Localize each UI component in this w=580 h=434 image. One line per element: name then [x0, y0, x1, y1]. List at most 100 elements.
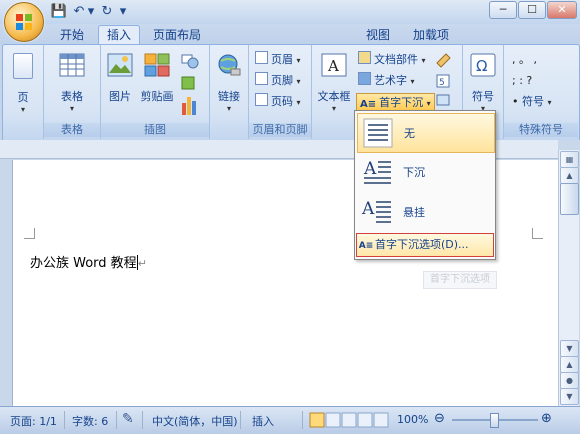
page-button[interactable]: 页 ▾ — [9, 53, 37, 114]
header-button[interactable]: 页眉 ▾ — [255, 51, 301, 68]
view-mode-icons[interactable] — [309, 412, 389, 428]
divider — [64, 411, 65, 429]
zoom-in-icon[interactable]: ⊕ — [541, 411, 552, 426]
redo-icon[interactable]: ↻ — [98, 3, 116, 20]
group-illustrations: 图片 剪贴画 插图 — [101, 45, 210, 139]
dropcap-dropdown-menu: 无 A 下沉 A 悬挂 A≡ 首字下沉选项(D)... — [354, 110, 496, 260]
group-illustrations-label: 插图 — [101, 123, 209, 137]
status-page[interactable]: 页面: 1/1 — [10, 413, 57, 429]
group-table-label: 表格 — [44, 123, 100, 137]
svg-text:A: A — [363, 159, 377, 179]
dropcap-options-menu-item[interactable]: A≡ 首字下沉选项(D)... — [356, 233, 494, 257]
paragraph-mark: ↵ — [137, 257, 147, 270]
margin-mark-left — [24, 228, 35, 239]
group-header-footer: 页眉 ▾ 页脚 ▾ 页码 ▾ 页眉和页脚 — [249, 45, 312, 139]
undo-dropdown-icon[interactable]: ▾ — [86, 3, 96, 20]
status-word-count[interactable]: 字数: 6 — [72, 413, 108, 429]
maximize-button[interactable]: ☐ — [518, 1, 546, 19]
quick-parts-button[interactable]: 文档部件 ▾ — [358, 51, 426, 68]
divider — [302, 411, 303, 429]
shapes-smartart-chart-icons[interactable] — [179, 53, 201, 119]
table-label: 表格 — [61, 90, 83, 103]
link-globe-icon — [218, 54, 241, 76]
zoom-slider-thumb[interactable] — [490, 413, 499, 428]
wordart-icon — [358, 72, 371, 85]
dropcap-dropped-icon: A — [363, 159, 391, 184]
page-number-button[interactable]: 页码 ▾ — [255, 93, 301, 110]
group-pages: 页 ▾ — [3, 45, 44, 139]
dropcap-options-icon: A≡ — [358, 241, 374, 251]
customize-qat-icon[interactable]: ▾ — [118, 3, 128, 20]
page-icon — [13, 53, 33, 79]
scroll-thumb[interactable] — [560, 183, 579, 215]
dropcap-option-none[interactable]: 无 — [357, 113, 495, 153]
zoom-out-icon[interactable]: ⊖ — [434, 411, 445, 426]
chevron-down-icon: ▾ — [296, 98, 301, 107]
wordart-button[interactable]: 艺术字 ▾ — [358, 72, 415, 89]
chevron-down-icon: ▾ — [421, 56, 426, 65]
special-symbol-more-button[interactable]: • 符号 ▾ — [512, 93, 552, 110]
tab-home[interactable]: 开始 — [52, 26, 92, 45]
dropcap-option-margin[interactable]: A 悬挂 — [357, 193, 493, 231]
save-icon[interactable]: 💾 — [50, 3, 68, 20]
status-language[interactable]: 中文(简体，中国) — [152, 413, 238, 429]
minimize-button[interactable]: ─ — [489, 1, 517, 19]
zoom-level[interactable]: 100% — [397, 413, 428, 426]
proofing-icon[interactable]: ✎ — [122, 411, 134, 427]
chevron-down-icon: ▾ — [426, 99, 431, 108]
tab-view[interactable]: 视图 — [358, 26, 398, 45]
svg-text:A: A — [327, 57, 339, 75]
picture-button[interactable]: 图片 — [105, 53, 135, 104]
link-button[interactable]: 链接 ▾ — [214, 53, 244, 113]
document-text: 办公族 Word 教程 — [30, 256, 137, 271]
close-button[interactable]: ✕ — [547, 1, 577, 19]
previous-page-icon[interactable]: ▲ — [560, 356, 579, 373]
group-special-symbols-label: 特殊符号 — [504, 123, 578, 137]
chevron-down-icon: ▾ — [331, 104, 336, 113]
chevron-down-icon: ▾ — [296, 56, 301, 65]
special-symbol-row-1[interactable]: , 。 , — [512, 51, 537, 68]
footer-button[interactable]: 页脚 ▾ — [255, 72, 301, 89]
tab-insert[interactable]: 插入 — [98, 25, 141, 45]
vertical-scrollbar[interactable]: ▦ ▲ ▼ ▲ ● ▼ — [558, 150, 579, 406]
chevron-down-icon: ▾ — [20, 105, 25, 114]
scroll-up-icon[interactable]: ▲ — [560, 167, 579, 184]
chevron-down-icon: ▾ — [547, 98, 552, 107]
browse-object-icon[interactable]: ● — [560, 372, 579, 389]
symbol-label: 符号 — [472, 90, 494, 103]
textbox-button[interactable]: A 文本框 ▾ — [316, 53, 352, 113]
chevron-down-icon: ▾ — [296, 77, 301, 86]
omega-icon: Ω — [470, 53, 496, 77]
divider — [142, 411, 143, 429]
divider — [116, 411, 117, 429]
tab-page-layout[interactable]: 页面布局 — [145, 26, 209, 45]
header-icon — [255, 51, 268, 64]
signature-datetime-object-icons[interactable]: 5 — [434, 51, 456, 109]
ruler-toggle-icon[interactable]: ▦ — [560, 151, 579, 168]
special-symbol-label: 符号 — [522, 95, 544, 108]
office-button[interactable] — [4, 2, 44, 42]
dropcap-label: 首字下沉 — [379, 96, 424, 109]
clipart-icon — [144, 53, 170, 77]
dropcap-option-dropped[interactable]: A 下沉 — [357, 153, 493, 191]
status-insert-mode[interactable]: 插入 — [252, 413, 274, 429]
quick-parts-label: 文档部件 — [374, 53, 418, 66]
dropcap-none-icon — [363, 118, 393, 148]
clipart-button[interactable]: 剪贴画 — [139, 53, 175, 104]
header-label: 页眉 — [271, 53, 293, 66]
picture-label: 图片 — [109, 90, 131, 103]
dropcap-option-none-label: 无 — [404, 127, 415, 140]
dropcap-icon: A≡ — [360, 99, 377, 110]
dropcap-option-margin-label: 悬挂 — [403, 206, 425, 219]
tab-addins[interactable]: 加载项 — [405, 26, 457, 45]
svg-text:Ω: Ω — [476, 57, 487, 75]
special-symbol-row-2[interactable]: ; : ? — [512, 72, 532, 89]
table-button[interactable]: 表格 ▾ — [56, 53, 88, 113]
page-number-label: 页码 — [271, 95, 293, 108]
symbol-button[interactable]: Ω 符号 ▾ — [468, 53, 498, 113]
scroll-down-icon[interactable]: ▼ — [560, 340, 579, 357]
wordart-label: 艺术字 — [374, 74, 407, 87]
document-text-line[interactable]: 办公族 Word 教程↵ — [30, 252, 147, 271]
chevron-down-icon: ▾ — [410, 77, 415, 86]
next-page-icon[interactable]: ▼ — [560, 388, 579, 405]
